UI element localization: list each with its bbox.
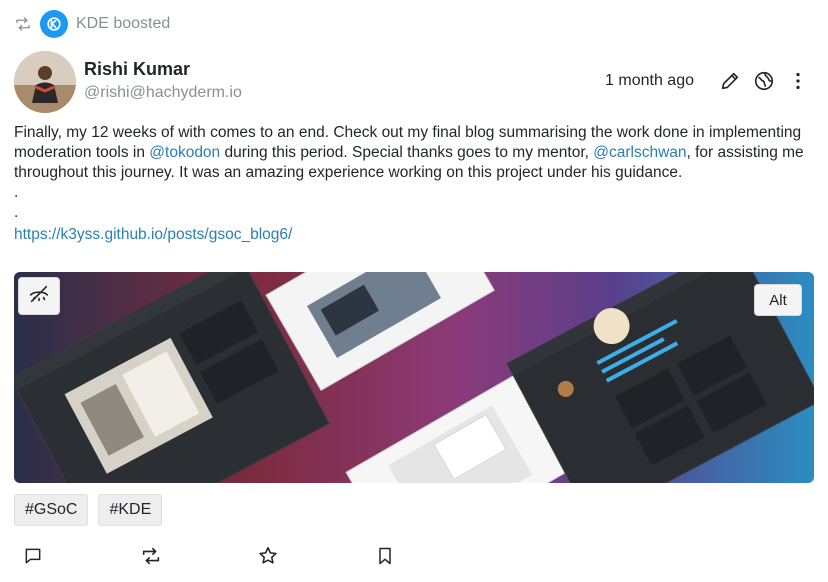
screenshot-collage xyxy=(14,272,814,483)
blog-link[interactable]: https://k3yss.github.io/posts/gsoc_blog6… xyxy=(14,226,292,243)
alt-text-button[interactable]: Alt xyxy=(754,284,802,316)
boost-icon xyxy=(14,15,32,33)
author-name[interactable]: Rishi Kumar xyxy=(84,59,190,80)
post-dot: . xyxy=(14,184,19,201)
post-actions xyxy=(0,544,828,570)
post-content: Finally, my 12 weeks of with comes to an… xyxy=(14,123,804,245)
boost-label: KDE boosted xyxy=(76,15,171,32)
hashtag-gsoc[interactable]: #GSoC xyxy=(14,494,89,526)
globe-icon[interactable] xyxy=(752,69,776,93)
boost-icon[interactable] xyxy=(139,544,163,568)
more-options-icon[interactable] xyxy=(786,69,810,93)
reply-icon[interactable] xyxy=(21,544,45,568)
edit-icon[interactable] xyxy=(718,69,742,93)
eye-hidden-icon xyxy=(28,283,50,310)
boost-header: KDE boosted xyxy=(14,8,170,40)
hide-media-button[interactable] xyxy=(18,277,60,315)
bookmark-icon[interactable] xyxy=(373,544,397,568)
hashtag-kde[interactable]: #KDE xyxy=(98,494,163,526)
mention-tokodon[interactable]: @tokodon xyxy=(149,144,220,161)
post-paragraph: Finally, my 12 weeks of with comes to an… xyxy=(14,123,804,183)
avatar[interactable] xyxy=(14,51,76,113)
mention-carlschwan[interactable]: @carlschwan xyxy=(593,144,686,161)
hashtags: #GSoC #KDE xyxy=(14,494,172,526)
media-attachment[interactable]: Alt xyxy=(14,272,814,483)
timestamp[interactable]: 1 month ago xyxy=(605,72,694,90)
author-handle[interactable]: @rishi@hachyderm.io xyxy=(84,84,242,102)
favorite-icon[interactable] xyxy=(256,544,280,568)
post-text: during this period. Special thanks goes … xyxy=(220,144,594,161)
post-dot: . xyxy=(14,204,19,221)
kde-logo[interactable] xyxy=(40,10,68,38)
post-meta: 1 month ago xyxy=(605,66,810,96)
